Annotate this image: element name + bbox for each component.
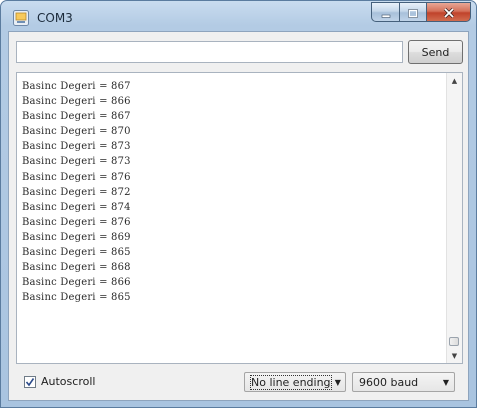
baud-rate-select[interactable]: 9600 baud ▼ <box>352 372 455 392</box>
output-lines: Basinc Degeri = 867 Basinc Degeri = 866 … <box>22 79 131 305</box>
autoscroll-checkbox[interactable] <box>24 375 36 388</box>
chevron-down-icon: ▼ <box>442 377 450 387</box>
window-title: COM3 <box>37 11 73 25</box>
scroll-thumb[interactable] <box>449 337 459 346</box>
output-line: Basinc Degeri = 869 <box>22 231 131 243</box>
minimize-button[interactable] <box>371 2 399 22</box>
title-bar[interactable]: COM3 <box>1 1 476 35</box>
output-line: Basinc Degeri = 865 <box>22 247 131 259</box>
close-button[interactable] <box>426 2 471 22</box>
output-line: Basinc Degeri = 865 <box>22 292 131 304</box>
output-line: Basinc Degeri = 876 <box>22 216 131 228</box>
serial-input[interactable] <box>16 41 403 63</box>
output-line: Basinc Degeri = 866 <box>22 96 131 108</box>
line-ending-value: No line ending <box>250 374 332 390</box>
footer-bar: Autoscroll No line ending ▼ 9600 baud ▼ <box>16 370 463 396</box>
maximize-icon <box>408 3 418 22</box>
vertical-scrollbar[interactable]: ▲ ▼ <box>446 73 462 363</box>
output-line: Basinc Degeri = 873 <box>22 141 131 153</box>
output-line: Basinc Degeri = 867 <box>22 81 131 92</box>
minimize-icon <box>381 3 391 22</box>
send-row: Send <box>16 39 463 67</box>
chevron-down-icon: ▼ <box>334 377 341 387</box>
serial-output[interactable]: Basinc Degeri = 867 Basinc Degeri = 866 … <box>16 72 463 364</box>
autoscroll-label: Autoscroll <box>41 375 96 388</box>
output-line: Basinc Degeri = 872 <box>22 186 131 198</box>
output-line: Basinc Degeri = 870 <box>22 126 131 138</box>
baud-rate-value: 9600 baud <box>359 375 419 389</box>
caption-buttons <box>371 2 471 24</box>
line-ending-select[interactable]: No line ending ▼ <box>244 372 346 392</box>
send-button[interactable]: Send <box>408 40 463 64</box>
close-icon <box>443 3 455 22</box>
maximize-button[interactable] <box>399 2 426 22</box>
client-area: Send Basinc Degeri = 867 Basinc Degeri =… <box>8 31 469 401</box>
output-line: Basinc Degeri = 868 <box>22 262 131 274</box>
output-line: Basinc Degeri = 874 <box>22 201 131 213</box>
autoscroll-toggle[interactable]: Autoscroll <box>24 375 95 388</box>
output-line: Basinc Degeri = 876 <box>22 171 131 183</box>
app-icon <box>13 10 29 26</box>
output-line: Basinc Degeri = 867 <box>22 111 131 123</box>
scroll-up-arrow-icon[interactable]: ▲ <box>447 73 462 88</box>
output-line: Basinc Degeri = 866 <box>22 277 131 289</box>
serial-monitor-window: COM3 Send Basinc Degeri = 867 Basinc Deg… <box>0 0 477 408</box>
checkmark-icon <box>25 377 35 386</box>
output-line: Basinc Degeri = 873 <box>22 156 131 168</box>
scroll-down-arrow-icon[interactable]: ▼ <box>447 348 462 363</box>
